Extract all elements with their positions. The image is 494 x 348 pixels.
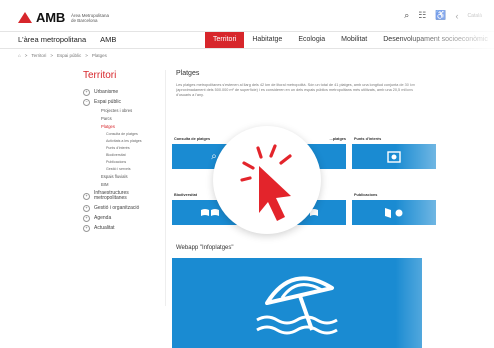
- sidebar-sub-espais-fluvials[interactable]: Espais fluvials: [101, 173, 165, 181]
- accessibility-icon[interactable]: ♿: [435, 10, 446, 21]
- sidebar-child-punts[interactable]: Punts d'interès: [106, 145, 165, 152]
- search-icon[interactable]: ⌕: [404, 10, 409, 21]
- sidebar-item-agenda[interactable]: + Agenda: [83, 213, 165, 223]
- breadcrumb: ⌂ > Territori > Espai públic > Platges: [18, 53, 107, 58]
- plus-icon: +: [83, 214, 90, 222]
- nav-mobilitat[interactable]: Mobilitat: [333, 32, 375, 48]
- logo-text: AMB: [36, 10, 66, 25]
- home-icon[interactable]: ⌂: [18, 53, 21, 58]
- main-content: Platges Les platges metropolitanes s'est…: [172, 70, 422, 98]
- nav-habitatge[interactable]: Habitatge: [244, 32, 290, 48]
- cursor-click-icon: [240, 144, 292, 221]
- plus-icon: +: [83, 88, 90, 96]
- nav-desenvolupament[interactable]: Desenvolupament socioeconòmic: [375, 32, 494, 48]
- sidebar-item-urbanisme[interactable]: + Urbanisme: [83, 87, 165, 97]
- sidebar-item-gestio[interactable]: + Gestió i organització: [83, 203, 165, 213]
- main-nav: L'àrea metropolitana AMB Territori Habit…: [0, 31, 494, 49]
- nav-amb[interactable]: AMB: [100, 35, 116, 44]
- header-actions: ⌕ ☷ ♿ ‹ Català: [404, 10, 482, 21]
- nav-ecologia[interactable]: Ecologia: [290, 32, 333, 48]
- sidebar-sub-parcs[interactable]: Parcs: [101, 115, 165, 123]
- amb-logo-icon: [18, 12, 32, 23]
- card-publicacions[interactable]: Publicacions: [352, 190, 436, 225]
- sidebar-child-gestio[interactable]: Gestió i serveis: [106, 166, 165, 173]
- click-highlight: [213, 126, 321, 234]
- minus-icon: −: [83, 98, 90, 106]
- sidebar-child-publicacions[interactable]: Publicacions: [106, 159, 165, 166]
- plus-icon: +: [83, 192, 90, 200]
- card-punts-interes[interactable]: Punts d'interès: [352, 134, 436, 169]
- plus-icon: +: [83, 224, 90, 232]
- sidebar-sub-bim[interactable]: BIM: [101, 181, 165, 189]
- map-pin-icon: [352, 144, 436, 169]
- sidebar-sub-projectes[interactable]: Projectes i obres: [101, 107, 165, 115]
- browser-page: AMB Àrea Metropolitana de Barcelona ⌕ ☷ …: [0, 0, 494, 348]
- book-icon: [352, 200, 436, 225]
- sidebar-item-espai-public[interactable]: − Espai públic: [83, 97, 165, 107]
- page-description: Les platges metropolitanes s'estenen al …: [176, 83, 416, 97]
- sidebar-child-biodiversitat[interactable]: Biodiversitat: [106, 152, 165, 159]
- amb-logo[interactable]: AMB Àrea Metropolitana de Barcelona: [18, 10, 111, 25]
- grid-icon[interactable]: ☷: [418, 10, 426, 21]
- webapp-title: Webapp "Infoplatges": [176, 245, 234, 251]
- nav-territori[interactable]: Territori: [205, 32, 245, 48]
- top-header: AMB Àrea Metropolitana de Barcelona ⌕ ☷ …: [0, 0, 494, 32]
- share-icon[interactable]: ‹: [456, 11, 459, 21]
- sidebar-item-infraestructures[interactable]: + Infraestructures metropolitanes: [83, 189, 165, 203]
- sidebar-sub-platges[interactable]: Platges: [101, 123, 165, 131]
- nav-area-metropolitana[interactable]: L'àrea metropolitana: [18, 35, 86, 44]
- sidebar: Territori + Urbanisme − Espai públic Proje…: [75, 70, 166, 306]
- sidebar-item-actualitat[interactable]: + Actualitat: [83, 223, 165, 233]
- breadcrumb-platges: Platges: [91, 53, 107, 58]
- breadcrumb-espai-public[interactable]: Espai públic: [57, 53, 81, 58]
- sidebar-title: Territori: [83, 70, 117, 81]
- logo-subtitle: Àrea Metropolitana de Barcelona: [71, 12, 110, 23]
- sidebar-child-activitats[interactable]: Activitats a les platges: [106, 138, 165, 145]
- umbrella-icon: [256, 276, 338, 335]
- breadcrumb-territori[interactable]: Territori: [31, 53, 46, 58]
- page-title: Platges: [176, 70, 200, 77]
- language-selector[interactable]: Català: [468, 13, 482, 19]
- webapp-banner[interactable]: [172, 258, 422, 348]
- sidebar-child-consulta[interactable]: Consulta de platges: [106, 131, 165, 138]
- plus-icon: +: [83, 204, 90, 212]
